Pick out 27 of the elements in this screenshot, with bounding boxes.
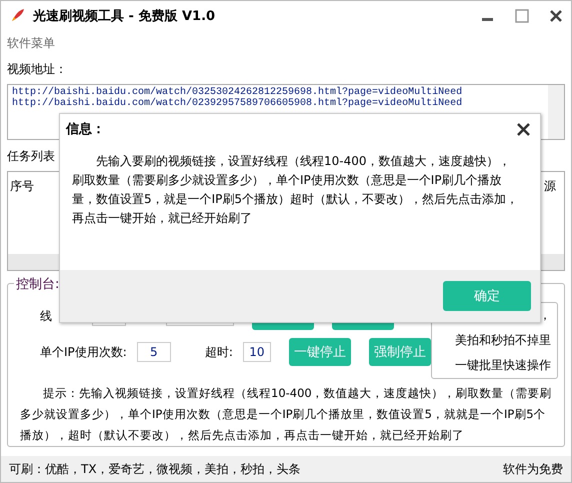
scrollbar[interactable] — [548, 85, 564, 139]
close-icon[interactable] — [549, 9, 563, 23]
menu-item[interactable]: 软件菜单 — [7, 34, 55, 52]
rocket-icon — [9, 8, 25, 24]
feature-text: 美拍和秒拍不掉里 — [455, 332, 551, 349]
feature-text: 一键批里快速操作 — [455, 357, 551, 374]
section-label: 任务列表 — [6, 148, 56, 165]
url-line: http://baishi.baidu.com/watch/03253024262812259698.html?page=videoMultiNeed — [12, 87, 464, 98]
url-line: http://baishi.baidu.com/watch/02392957589706605908.html?page=videoMultiNeed — [12, 98, 464, 109]
status-text: 软件为免费 — [503, 460, 563, 478]
panel-title: 控制台: — [14, 275, 62, 293]
window-title: 光速刷视频工具 - 免费版 V1.0 — [33, 8, 216, 25]
tip-text: 提示：先输入视频链接，设置好线程（线程10-400，数值越大，速度越快），刷取数量（需要刷多少就设置多少），单个IP使用次数（意思是一个IP刷几个播放里，数值设置5，就就是一个IP刷5个播放），超时（默认不要改），然后先点击添加，再点击一键开始，就已经开始刷了 — [19, 385, 553, 444]
section-label: 视频地址： — [6, 61, 68, 78]
input-field[interactable]: 5 — [136, 342, 171, 362]
feature-text: ， — [539, 307, 551, 324]
close-icon[interactable] — [517, 122, 530, 136]
input-field[interactable]: 10 — [242, 342, 271, 362]
field-label: 单个IP使用次数: — [40, 344, 127, 360]
dialog-title: 信息： — [66, 121, 105, 138]
field-label: 超时: — [204, 344, 233, 360]
field-label: 线 — [40, 308, 52, 324]
column-header[interactable]: 源 — [544, 178, 556, 194]
maximize-icon[interactable] — [515, 9, 529, 23]
dialog-message: 先输入要刷的视频链接，设置好线程（线程10-400，数值越大，速度越快），刷取数量（需要刷多少就设置多少），单个IP使用次数（意思是一个IP刷几个播放量，数值设置5，就是一个IP刷5个播放）超时（默认，不要改），然后先点击添加，再点击一键开始，就已经开始刷了 — [72, 153, 520, 227]
status-text: 可刷：优酷，TX，爱奇艺，微视频，美拍，秒拍，头条 — [9, 460, 301, 478]
column-header[interactable]: 序号 — [10, 178, 34, 194]
